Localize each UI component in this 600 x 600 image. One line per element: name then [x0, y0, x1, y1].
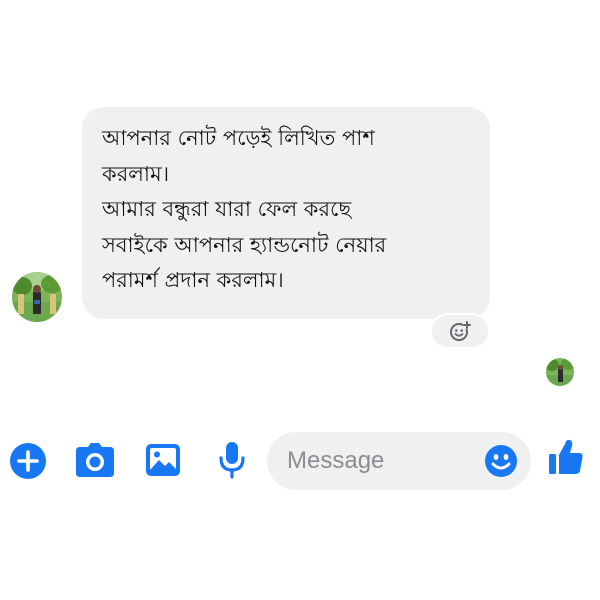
plus-icon	[10, 443, 46, 479]
message-line: পরামর্শ প্রদান করলাম।	[102, 268, 284, 292]
sender-avatar-photo	[12, 272, 62, 322]
seen-avatar-photo	[546, 358, 574, 386]
message-input[interactable]	[287, 445, 477, 477]
add-button[interactable]	[8, 441, 48, 481]
camera-button[interactable]	[73, 441, 117, 481]
message-line: আমার বন্ধুরা যারা ফেল করছে	[102, 197, 352, 221]
message-line: সবাইকে আপনার হ্যান্ডনোট নেয়ার	[102, 232, 387, 257]
message-line: আপনার নোট পড়েই লিখিত পাশ	[102, 126, 375, 150]
message-bubble[interactable]: আপনার নোট পড়েই লিখিত পাশ করলাম। আমার বন…	[82, 107, 490, 319]
like-button[interactable]	[546, 436, 586, 478]
emoji-icon	[485, 445, 517, 477]
seen-avatar	[546, 358, 574, 386]
add-reaction-icon	[450, 321, 471, 341]
emoji-button[interactable]	[483, 443, 519, 479]
gallery-button[interactable]	[143, 440, 183, 480]
add-reaction-button[interactable]	[430, 313, 490, 349]
message-line: করলাম।	[102, 161, 170, 186]
thumbs-up-icon	[549, 439, 583, 474]
camera-icon	[76, 443, 114, 477]
sender-avatar[interactable]	[12, 272, 62, 322]
voice-button[interactable]	[214, 440, 250, 480]
image-icon	[146, 444, 180, 476]
microphone-icon	[219, 442, 245, 479]
message-composer[interactable]	[267, 432, 531, 490]
messenger-chat: আপনার নোট পড়েই লিখিত পাশ করলাম। আমার বন…	[0, 0, 600, 600]
